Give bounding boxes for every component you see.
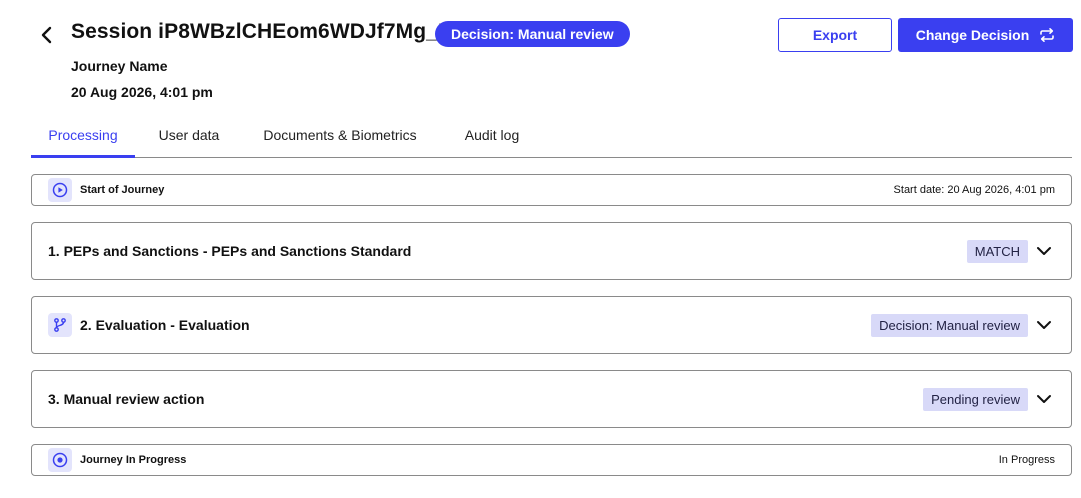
chevron-down-icon (1037, 321, 1051, 329)
session-date: 20 Aug 2026, 4:01 pm (71, 84, 213, 100)
tab-documents-biometrics[interactable]: Documents & Biometrics (255, 112, 425, 157)
tab-bar: Processing User data Documents & Biometr… (31, 112, 1072, 158)
timeline-step-peps-sanctions[interactable]: 1. PEPs and Sanctions - PEPs and Sanctio… (31, 222, 1072, 280)
decision-badge: Decision: Manual review (435, 21, 630, 47)
expand-chevron[interactable] (1032, 387, 1056, 411)
tab-processing[interactable]: Processing (31, 112, 135, 158)
step-label: 2. Evaluation - Evaluation (80, 317, 250, 333)
timeline-step-manual-review[interactable]: 3. Manual review action Pending review (31, 370, 1072, 428)
tab-label: User data (158, 126, 220, 143)
tab-label: Audit log (464, 126, 520, 143)
start-icon-box (48, 178, 72, 202)
end-label: Journey In Progress (80, 454, 187, 466)
tab-label: Documents & Biometrics (263, 126, 417, 143)
tab-audit-log[interactable]: Audit log (457, 112, 527, 157)
change-decision-label: Change Decision (915, 27, 1030, 43)
tab-user-data[interactable]: User data (149, 112, 229, 157)
status-tag: MATCH (966, 240, 1028, 263)
export-button-label: Export (812, 27, 858, 43)
status-tag: Decision: Manual review (871, 314, 1028, 337)
end-status: In Progress (998, 454, 1055, 466)
tab-label: Processing (48, 126, 118, 143)
step-label: 3. Manual review action (48, 391, 205, 407)
chevron-down-icon (1037, 395, 1051, 403)
status-tag: Pending review (923, 388, 1028, 411)
play-circle-icon (52, 182, 68, 198)
repeat-icon (1040, 28, 1055, 42)
chevron-down-icon (1037, 247, 1051, 255)
chevron-left-icon (41, 26, 52, 44)
target-circle-icon (52, 452, 68, 468)
export-button[interactable]: Export (778, 18, 892, 52)
timeline-end-row: Journey In Progress In Progress (31, 444, 1072, 476)
session-header: Session iP8WBzlCHEom6WDJf7Mg_R Decision:… (0, 0, 1081, 110)
journey-name: Journey Name (71, 58, 168, 74)
timeline-step-evaluation[interactable]: 2. Evaluation - Evaluation Decision: Man… (31, 296, 1072, 354)
expand-chevron[interactable] (1032, 239, 1056, 263)
step-label: 1. PEPs and Sanctions - PEPs and Sanctio… (48, 243, 412, 259)
evaluation-icon-box (48, 313, 72, 337)
expand-chevron[interactable] (1032, 313, 1056, 337)
back-button[interactable] (34, 22, 60, 48)
change-decision-button[interactable]: Change Decision (898, 18, 1073, 52)
start-date: Start date: 20 Aug 2026, 4:01 pm (893, 184, 1055, 196)
branch-icon (54, 318, 66, 332)
end-icon-box (48, 448, 72, 472)
start-label: Start of Journey (80, 184, 165, 196)
page-title: Session iP8WBzlCHEom6WDJf7Mg_R (71, 20, 454, 43)
timeline-start-row: Start of Journey Start date: 20 Aug 2026… (31, 174, 1072, 206)
